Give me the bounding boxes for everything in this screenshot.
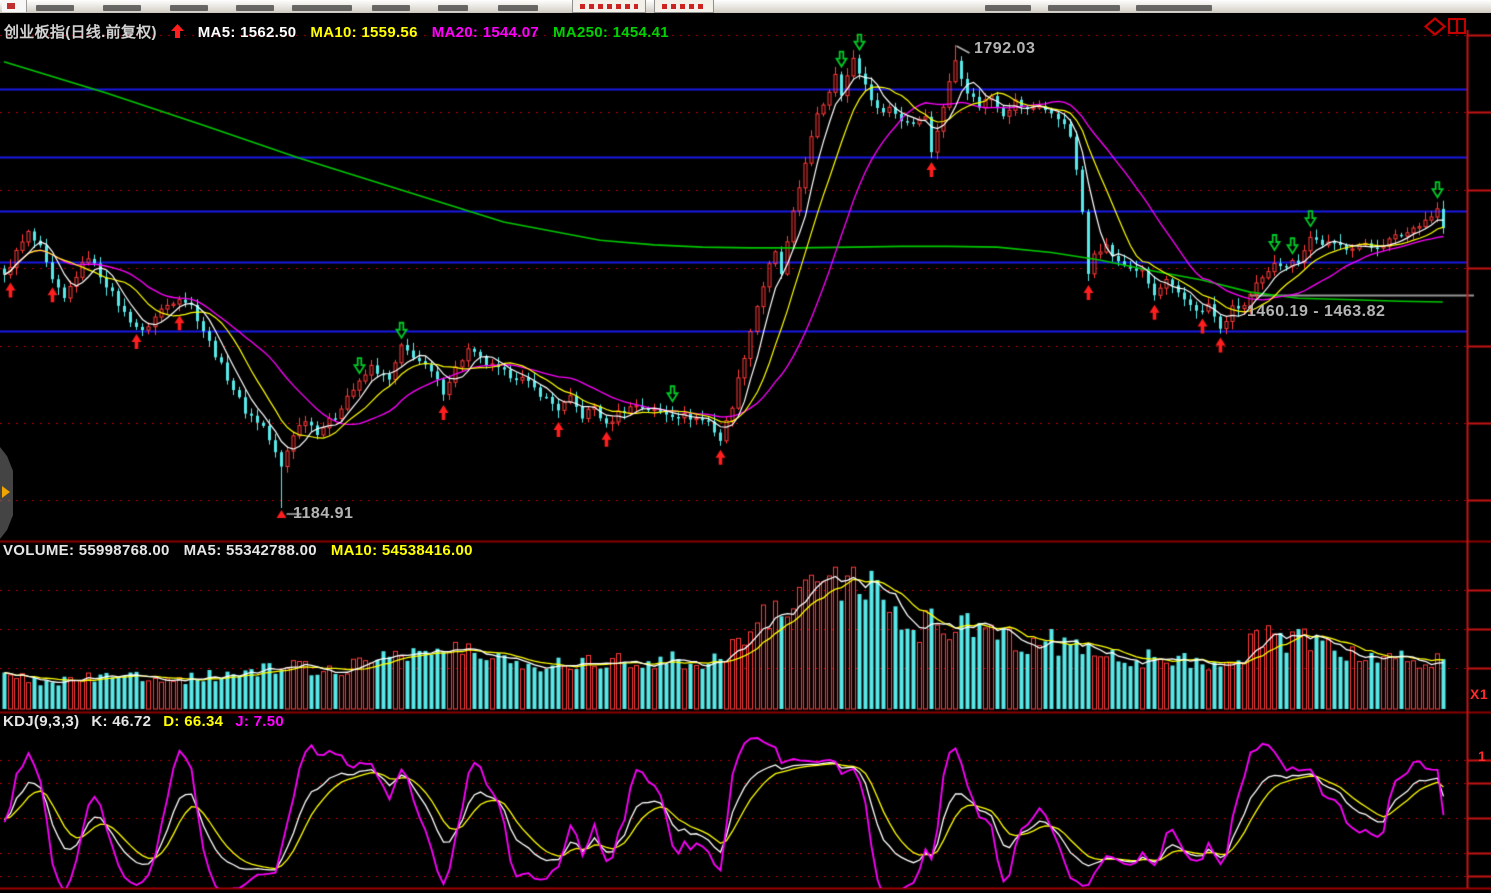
- chart-title: 创业板指(日线.前复权): [4, 21, 157, 42]
- diamond-icon[interactable]: [1424, 17, 1446, 36]
- menu-item-fragment[interactable]: [36, 5, 74, 11]
- volume-scale-label: X1: [1470, 686, 1488, 702]
- up-arrow-icon: [171, 24, 184, 42]
- kdj-pane-header: KDJ(9,3,3) K: 46.72 D: 66.34 J: 7.50: [3, 713, 284, 730]
- volume-pane-header: VOLUME: 55998768.00 MA5: 55342788.00 MA1…: [3, 542, 473, 559]
- menu-item-fragment[interactable]: [438, 5, 468, 11]
- ma250-value-label: MA250: 1454.41: [553, 24, 669, 41]
- ma5-value-label: MA5: 1562.50: [198, 24, 297, 41]
- gap-range-label: 1460.19 - 1463.82: [1247, 303, 1385, 321]
- ma20-value-label: MA20: 1544.07: [432, 24, 539, 41]
- toolbar-button-1[interactable]: [572, 0, 646, 13]
- kdj-scale-label: 1: [1478, 748, 1486, 764]
- volume-value-label: VOLUME: 55998768.00: [3, 542, 170, 559]
- trading-app-window: 创业板指(日线.前复权) MA5: 1562.50 MA10: 1559.56 …: [0, 0, 1491, 893]
- main-chart-header: 创业板指(日线.前复权) MA5: 1562.50 MA10: 1559.56 …: [4, 21, 669, 42]
- ma10-value-label: MA10: 1559.56: [310, 24, 417, 41]
- kdj-params-label: KDJ(9,3,3): [3, 713, 79, 730]
- split-window-icon[interactable]: [1448, 18, 1466, 34]
- menu-bar: [0, 0, 1491, 14]
- menu-item-fragment[interactable]: [498, 5, 538, 11]
- menu-item-fragment[interactable]: [292, 5, 352, 11]
- kdj-d-label: D: 66.34: [163, 713, 223, 730]
- volume-ma10-label: MA10: 54538416.00: [331, 542, 473, 559]
- app-icon: [2, 0, 27, 12]
- chart-canvas[interactable]: [0, 13, 1491, 893]
- expand-arrow-icon: [2, 486, 10, 498]
- menu-item-fragment[interactable]: [236, 5, 274, 11]
- low-price-label: 1184.91: [293, 505, 353, 523]
- chart-area: 创业板指(日线.前复权) MA5: 1562.50 MA10: 1559.56 …: [0, 13, 1491, 893]
- menu-item-fragment[interactable]: [1048, 5, 1120, 11]
- toolbar-button-2[interactable]: [654, 0, 714, 13]
- menu-item-fragment[interactable]: [103, 5, 141, 11]
- kdj-k-label: K: 46.72: [91, 713, 151, 730]
- kdj-j-label: J: 7.50: [235, 713, 284, 730]
- volume-ma5-label: MA5: 55342788.00: [184, 542, 317, 559]
- menu-item-fragment[interactable]: [985, 5, 1031, 11]
- high-price-label: 1792.03: [974, 40, 1035, 58]
- menu-item-fragment[interactable]: [372, 5, 410, 11]
- menu-item-fragment[interactable]: [1136, 5, 1212, 11]
- menu-item-fragment[interactable]: [170, 5, 208, 11]
